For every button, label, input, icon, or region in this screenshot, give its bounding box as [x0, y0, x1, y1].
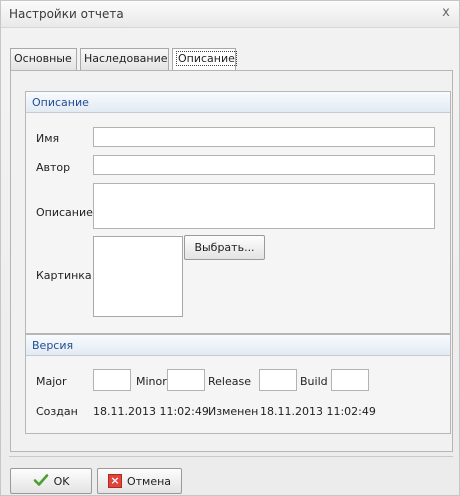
- description-label: Описание: [36, 206, 93, 219]
- picture-box[interactable]: [93, 236, 183, 317]
- author-label: Автор: [36, 161, 71, 174]
- report-settings-dialog: Настройки отчета x Основные Наследование…: [0, 0, 460, 496]
- created-value: 18.11.2013 11:02:49: [93, 405, 209, 418]
- title-bar[interactable]: Настройки отчета x: [1, 1, 459, 28]
- check-icon: [33, 472, 49, 491]
- footer-separator: [9, 456, 453, 457]
- description-field[interactable]: [93, 183, 435, 229]
- cancel-button[interactable]: × Отмена: [97, 468, 182, 494]
- name-label: Имя: [36, 132, 60, 145]
- choose-picture-button-label: Выбрать...: [194, 241, 255, 254]
- cancel-icon: ×: [107, 474, 122, 488]
- description-group-header: Описание: [26, 92, 450, 113]
- modified-value: 18.11.2013 11:02:49: [260, 405, 376, 418]
- choose-picture-button[interactable]: Выбрать...: [184, 235, 265, 260]
- cancel-button-label: Отмена: [126, 474, 172, 488]
- release-field[interactable]: [259, 369, 297, 391]
- tab-general[interactable]: Основные: [10, 48, 77, 70]
- build-field[interactable]: [331, 369, 369, 391]
- minor-label: Minor: [136, 375, 167, 388]
- tab-description-label: Описание: [176, 51, 237, 66]
- description-group: Описание Имя Автор Описание Картинка Выб…: [25, 91, 451, 334]
- tab-inheritance-label: Наследование: [84, 52, 168, 65]
- modified-label: Изменен: [208, 405, 259, 418]
- version-group: Версия Major Minor Release Build Создан …: [25, 334, 451, 434]
- name-field[interactable]: [93, 127, 435, 147]
- author-field[interactable]: [93, 155, 435, 175]
- created-label: Создан: [36, 405, 78, 418]
- version-group-header: Версия: [26, 335, 450, 356]
- close-icon[interactable]: x: [439, 6, 453, 20]
- release-label: Release: [208, 375, 251, 388]
- tab-description[interactable]: Описание: [172, 48, 237, 71]
- dialog-title: Настройки отчета: [9, 7, 124, 21]
- description-tab-page: Описание Имя Автор Описание Картинка Выб…: [10, 70, 453, 452]
- minor-field[interactable]: [167, 369, 205, 391]
- major-label: Major: [36, 375, 67, 388]
- picture-label: Картинка: [36, 269, 92, 282]
- major-field[interactable]: [93, 369, 131, 391]
- tab-general-label: Основные: [14, 52, 72, 65]
- ok-button[interactable]: OK: [10, 468, 92, 494]
- ok-button-label: OK: [53, 474, 70, 488]
- tab-inheritance[interactable]: Наследование: [80, 48, 169, 70]
- build-label: Build: [300, 375, 328, 388]
